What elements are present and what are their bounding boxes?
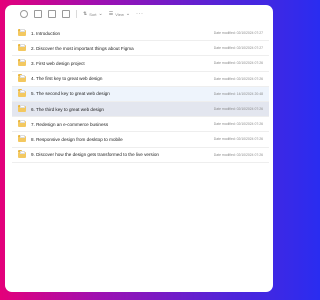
paste-button[interactable]: [62, 8, 70, 20]
list-item[interactable]: 1. Introduction Date modified: 02/10/202…: [12, 26, 269, 42]
paste-icon: [62, 10, 70, 18]
list-item[interactable]: 9. Discover how the design gets transfor…: [12, 148, 269, 163]
file-name: 1. Introduction: [31, 30, 61, 36]
new-icon: [20, 10, 28, 18]
list-item[interactable]: 4. The first key to great web design Dat…: [12, 72, 269, 87]
list-item[interactable]: 3. First web design project Date modifie…: [12, 56, 269, 72]
file-date: Date modified: 02/10/2024 07:26: [213, 76, 263, 81]
file-name: 7. Redesign an e-commerce business: [31, 121, 109, 127]
cut-button[interactable]: [34, 8, 42, 20]
file-date: Date modified: 02/10/2024 07:27: [213, 46, 263, 51]
folder-icon: [18, 58, 26, 67]
file-list: 1. Introduction Date modified: 02/10/202…: [12, 26, 269, 163]
list-item[interactable]: 5. The second key to great web design Da…: [12, 86, 269, 102]
list-item[interactable]: 6. The third key to great web design Dat…: [12, 101, 269, 118]
toolbar-divider: [76, 10, 77, 18]
view-label: View: [115, 11, 124, 17]
copy-button[interactable]: [48, 8, 56, 20]
more-label: ···: [136, 11, 144, 17]
folder-icon: [18, 119, 26, 128]
file-name: 8. Responsive design from desktop to mob…: [31, 136, 123, 142]
file-name: 4. The first key to great web design: [31, 76, 103, 82]
view-button[interactable]: ☰ View ⌄: [109, 8, 130, 20]
file-name: 2. Discover the most important things ab…: [31, 45, 134, 51]
folder-icon: [18, 89, 26, 97]
folder-icon: [18, 43, 26, 52]
chevron-down-icon: ⌄: [125, 11, 131, 17]
folder-icon: [18, 28, 26, 37]
more-options-button[interactable]: ···: [136, 8, 144, 20]
file-name: 6. The third key to great web design: [31, 106, 104, 112]
file-date: Date modified: 02/10/2024 07:26: [213, 122, 263, 127]
new-button[interactable]: [20, 8, 28, 20]
folder-icon: [18, 74, 26, 82]
list-item[interactable]: 7. Redesign an e-commerce business Date …: [12, 117, 269, 133]
chevron-down-icon: ⌄: [98, 11, 103, 17]
sort-label: Sort: [89, 11, 97, 17]
file-date: Date modified: 14/10/2024 20:48: [213, 91, 263, 96]
file-name: 9. Discover how the design gets transfor…: [31, 152, 159, 158]
folder-icon: [18, 104, 26, 113]
file-date: Date modified: 02/10/2024 07:26: [213, 152, 263, 157]
toolbar: ⇅ Sort ⌄ ☰ View ⌄ ···: [5, 5, 273, 23]
file-explorer-window: ⇅ Sort ⌄ ☰ View ⌄ ··· 1. Introduction Da…: [5, 5, 273, 292]
file-name: 3. First web design project: [31, 60, 85, 66]
view-icon: ☰: [108, 11, 114, 17]
sort-button[interactable]: ⇅ Sort ⌄: [83, 8, 103, 20]
copy-icon: [48, 10, 56, 18]
folder-icon: [18, 134, 26, 143]
file-date: Date modified: 02/10/2024 07:27: [213, 31, 263, 36]
file-date: Date modified: 02/10/2024 07:26: [213, 137, 263, 142]
list-item[interactable]: 2. Discover the most important things ab…: [12, 41, 269, 57]
file-date: Date modified: 02/10/2024 07:26: [213, 61, 263, 66]
cut-icon: [34, 10, 42, 18]
folder-icon: [18, 150, 26, 158]
sort-icon: ⇅: [83, 11, 88, 17]
file-name: 5. The second key to great web design: [31, 91, 110, 97]
file-date: Date modified: 02/10/2024 07:26: [213, 107, 263, 112]
list-item[interactable]: 8. Responsive design from desktop to mob…: [12, 132, 269, 148]
